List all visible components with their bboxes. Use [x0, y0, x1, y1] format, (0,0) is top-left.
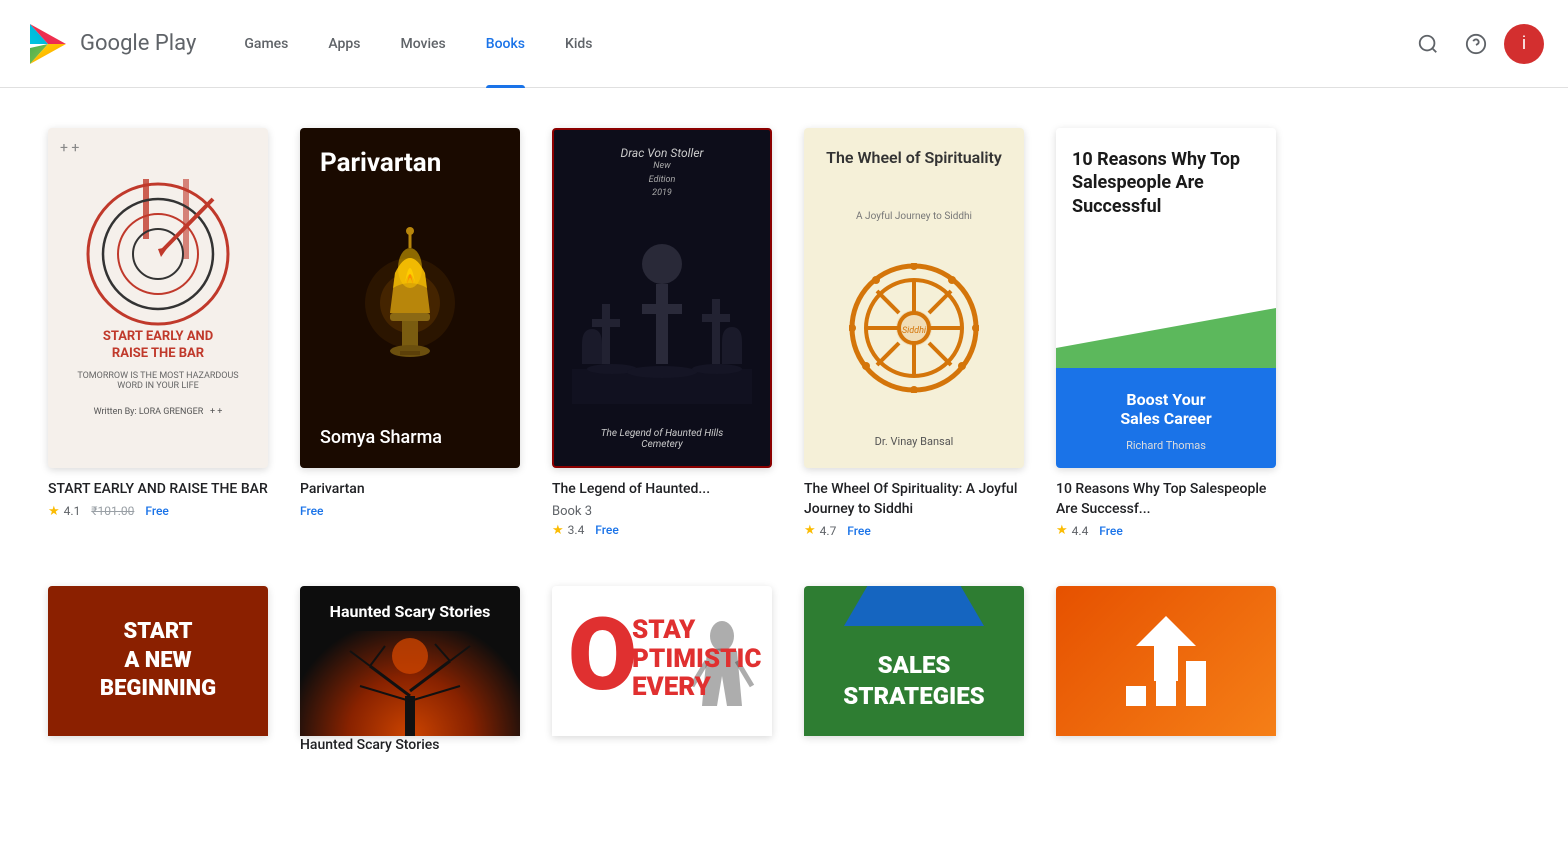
help-button[interactable] — [1456, 24, 1496, 64]
book-item-r2-2[interactable]: Haunted Scary Stories — [300, 586, 520, 760]
book-title-4: The Wheel Of Spirituality: A Joyful Jour… — [804, 480, 1024, 519]
book-cover-1: + + START EARLY ANDRAISE THE BAR TOMORRO… — [48, 128, 268, 468]
book-subtitle-3: Book 3 — [552, 504, 772, 519]
book-cover-r2-1: STARTA NEWBEGINNING — [48, 586, 268, 736]
header: Google Play Games Apps Movies Books Kids… — [0, 0, 1568, 88]
book-cover-5: 10 Reasons Why Top Salespeople Are Succe… — [1056, 128, 1276, 468]
book-meta-5: ★ 4.4 Free — [1056, 523, 1276, 538]
book-cover-r2-4: SALESSTRATEGIES — [804, 586, 1024, 736]
book-title-2: Parivartan — [300, 480, 520, 500]
nav-games[interactable]: Games — [228, 0, 304, 88]
svg-text:Siddhi: Siddhi — [902, 326, 927, 336]
search-button[interactable] — [1408, 24, 1448, 64]
book-cover-r2-3: O STAYPTIMISTICEVERY — [552, 586, 772, 736]
nav-kids[interactable]: Kids — [549, 0, 609, 88]
book-meta-1: ★ 4.1 ₹101.00 Free — [48, 504, 268, 519]
search-icon — [1417, 33, 1439, 55]
cover-1-graphic — [83, 179, 233, 329]
book-meta-4: ★ 4.7 Free — [804, 523, 1024, 538]
google-play-logo-icon — [24, 20, 72, 68]
lamp-icon — [360, 223, 460, 383]
cemetery-scene — [572, 224, 752, 404]
book-title-3: The Legend of Haunted... — [552, 480, 772, 500]
book-item-r2-4[interactable]: SALESSTRATEGIES — [804, 586, 1024, 760]
dharma-wheel-icon: Siddhi — [849, 263, 979, 393]
book-title-5: 10 Reasons Why Top Salespeople Are Succe… — [1056, 480, 1276, 519]
book-title-1: START EARLY AND RAISE THE BAR — [48, 480, 268, 500]
book-item-2[interactable]: Parivartan — [300, 128, 520, 538]
books-row-1: + + START EARLY ANDRAISE THE BAR TOMORRO… — [48, 128, 1520, 538]
user-avatar-button[interactable]: i — [1504, 24, 1544, 64]
logo-text: Google Play — [80, 31, 196, 56]
nav-apps[interactable]: Apps — [312, 0, 376, 88]
book-item-r2-5[interactable] — [1056, 586, 1276, 760]
tree-silhouette-icon — [330, 636, 490, 736]
book-meta-2: Free — [300, 504, 520, 518]
main-content: + + START EARLY ANDRAISE THE BAR TOMORRO… — [0, 88, 1568, 848]
nav-books[interactable]: Books — [470, 0, 541, 88]
book-cover-3: Drac Von Stoller NewEdition2019 — [552, 128, 772, 468]
book-item-4[interactable]: The Wheel of Spirituality A Joyful Journ… — [804, 128, 1024, 538]
book-cover-4: The Wheel of Spirituality A Joyful Journ… — [804, 128, 1024, 468]
haunted-title: Haunted Scary Stories — [330, 602, 491, 621]
header-actions: i — [1408, 24, 1544, 64]
logo-area[interactable]: Google Play — [24, 20, 196, 68]
book-meta-3: ★ 3.4 Free — [552, 523, 772, 538]
avatar-letter: i — [1522, 33, 1526, 54]
book-item-1[interactable]: + + START EARLY ANDRAISE THE BAR TOMORRO… — [48, 128, 268, 538]
book-cover-r2-2: Haunted Scary Stories — [300, 586, 520, 736]
book-item-r2-3[interactable]: O STAYPTIMISTICEVERY — [552, 586, 772, 760]
book-item-r2-1[interactable]: STARTA NEWBEGINNING — [48, 586, 268, 760]
main-nav: Games Apps Movies Books Kids — [228, 0, 1408, 88]
book-item-3[interactable]: Drac Von Stoller NewEdition2019 — [552, 128, 772, 538]
help-icon — [1465, 33, 1487, 55]
chart-growth-icon — [1116, 611, 1216, 711]
book-item-5[interactable]: 10 Reasons Why Top Salespeople Are Succe… — [1056, 128, 1276, 538]
books-row-2: STARTA NEWBEGINNING Haunted Scary Storie… — [48, 586, 1520, 760]
book-title-r2-2: Haunted Scary Stories — [300, 736, 520, 756]
nav-movies[interactable]: Movies — [384, 0, 461, 88]
book-cover-r2-5 — [1056, 586, 1276, 736]
book-cover-2: Parivartan — [300, 128, 520, 468]
